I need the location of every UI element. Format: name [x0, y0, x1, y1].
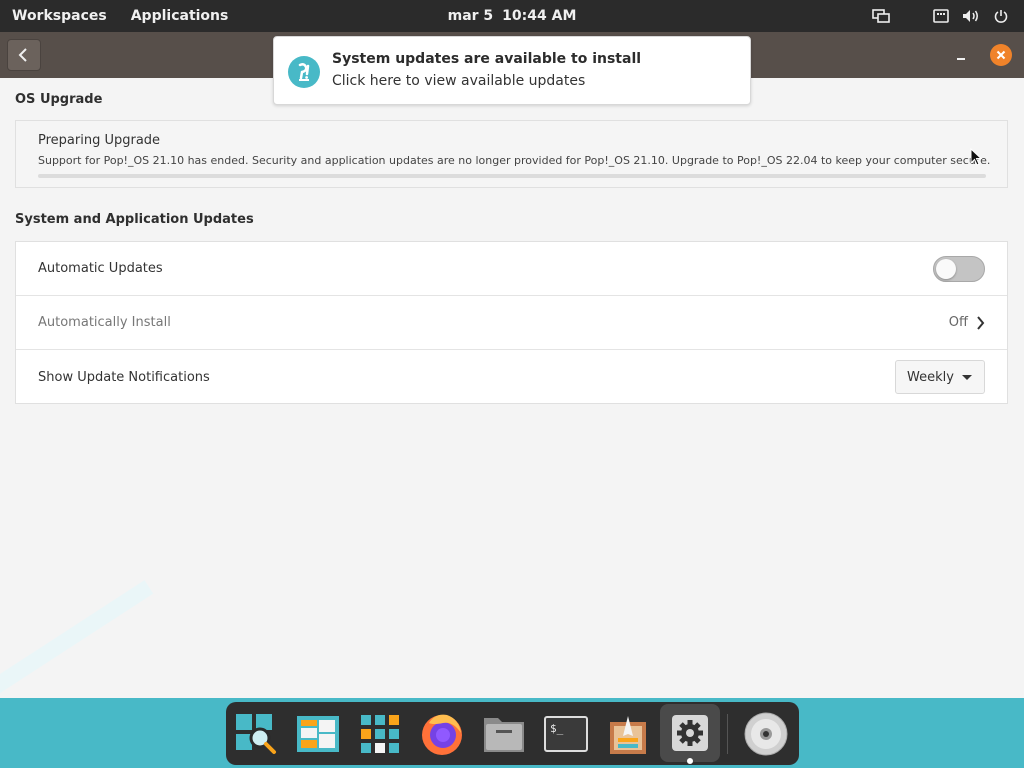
active-indicator: [687, 758, 693, 764]
disc-icon[interactable]: [742, 710, 790, 758]
search-app-icon[interactable]: [232, 710, 280, 758]
workspaces-app-icon[interactable]: [294, 710, 342, 758]
mouse-cursor-icon: [970, 148, 983, 166]
automatic-updates-toggle[interactable]: [933, 256, 985, 282]
top-panel: Workspaces Applications mar 5 10:44 AM: [0, 0, 1024, 32]
upgrade-progress-bar: [38, 174, 986, 178]
clock-date[interactable]: mar 5: [448, 8, 494, 24]
wallpaper-stripe: [0, 580, 154, 714]
app-grid-icon[interactable]: [356, 710, 404, 758]
chevron-left-icon: [18, 48, 27, 62]
volume-icon[interactable]: [962, 7, 980, 25]
notification-body: Click here to view available updates: [332, 73, 586, 89]
chevron-right-icon: [977, 315, 985, 330]
upgrade-message: Support for Pop!_OS 21.10 has ended. Sec…: [38, 154, 991, 167]
dropdown-caret-icon: [962, 375, 972, 380]
close-button[interactable]: [990, 44, 1012, 66]
update-notification[interactable]: System updates are available to install …: [273, 36, 751, 105]
keyboard-icon[interactable]: [932, 7, 950, 25]
files-icon[interactable]: [480, 710, 528, 758]
terminal-icon[interactable]: $_: [542, 710, 590, 758]
os-upgrade-heading: OS Upgrade: [15, 92, 103, 107]
updates-heading: System and Application Updates: [15, 212, 254, 227]
automatic-updates-label: Automatic Updates: [38, 261, 163, 276]
automatically-install-label: Automatically Install: [38, 315, 171, 330]
settings-icon[interactable]: [660, 704, 720, 762]
firefox-icon[interactable]: [418, 710, 466, 758]
svg-text:$_: $_: [550, 722, 564, 735]
dock: $_: [226, 702, 799, 765]
upgrade-status: Preparing Upgrade: [38, 133, 161, 148]
update-notifications-label: Show Update Notifications: [38, 369, 210, 385]
workspaces-button[interactable]: Workspaces: [12, 8, 107, 24]
toggle-knob: [936, 259, 956, 279]
display-icon[interactable]: [872, 7, 890, 25]
updates-card: Automatic Updates Automatically Install …: [15, 241, 1008, 404]
update-notifications-row: Show Update Notifications Weekly: [16, 350, 1007, 404]
pop-shop-icon[interactable]: [604, 710, 652, 758]
automatically-install-value: Off: [948, 315, 968, 330]
update-notifications-dropdown[interactable]: Weekly: [895, 360, 985, 394]
popos-logo-icon: [288, 56, 320, 88]
automatically-install-row[interactable]: Automatically Install Off: [16, 296, 1007, 350]
clock-time[interactable]: 10:44 AM: [502, 8, 576, 24]
dock-separator: [727, 714, 728, 754]
minimize-button[interactable]: [951, 46, 971, 66]
automatic-updates-row[interactable]: Automatic Updates: [16, 242, 1007, 296]
applications-button[interactable]: Applications: [131, 8, 229, 24]
close-icon: [996, 50, 1006, 60]
update-notifications-value: Weekly: [907, 369, 954, 385]
automatically-install-value-wrap: Off: [949, 296, 985, 349]
minimize-icon: [957, 58, 965, 60]
os-upgrade-card: Preparing Upgrade Support for Pop!_OS 21…: [15, 120, 1008, 188]
back-button[interactable]: [7, 39, 41, 71]
notification-title: System updates are available to install: [332, 51, 642, 67]
power-icon[interactable]: [992, 7, 1010, 25]
